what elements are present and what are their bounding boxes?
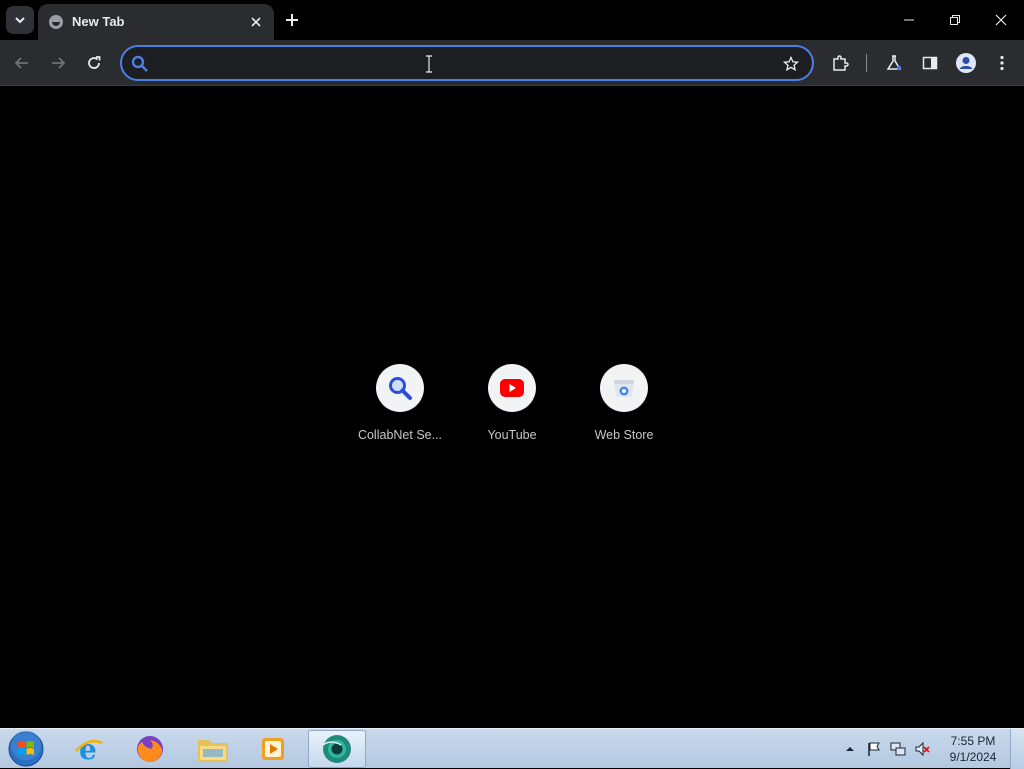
- menu-button[interactable]: [988, 49, 1016, 77]
- taskbar-chrome[interactable]: [308, 730, 366, 768]
- network-button[interactable]: [890, 741, 906, 757]
- close-window-button[interactable]: [978, 0, 1024, 40]
- side-panel-icon: [922, 56, 938, 70]
- tab-new-tab[interactable]: New Tab: [38, 4, 274, 40]
- volume-button[interactable]: [914, 741, 930, 757]
- chevron-up-icon: [846, 747, 854, 751]
- new-tab-button[interactable]: [280, 8, 304, 32]
- puzzle-icon: [833, 55, 849, 71]
- browser-window: New Tab CollabNet Se... YouTube Web Stor…: [0, 0, 1024, 728]
- flag-icon: [868, 742, 880, 756]
- minimize-button[interactable]: [886, 0, 932, 40]
- shortcut-collabnet[interactable]: CollabNet Se...: [344, 364, 456, 454]
- toolbar-divider: [866, 54, 867, 72]
- close-icon: [995, 14, 1007, 26]
- restore-button[interactable]: [932, 0, 978, 40]
- shortcut-label: Web Store: [594, 428, 654, 442]
- address-input[interactable]: [156, 52, 776, 74]
- show-hidden-icons-button[interactable]: [842, 741, 858, 757]
- clock-date: 9/1/2024: [949, 750, 997, 764]
- arrow-right-icon: [52, 57, 66, 69]
- taskbar: e 7:55 PM 9/1/2024: [0, 728, 1024, 769]
- media-player-icon: [262, 738, 284, 760]
- shortcut-label: CollabNet Se...: [357, 428, 443, 442]
- show-desktop-button[interactable]: [1010, 729, 1024, 769]
- forward-button[interactable]: [44, 49, 72, 77]
- close-icon: [251, 17, 261, 27]
- taskbar-internet-explorer[interactable]: e: [60, 730, 118, 768]
- chrome-dev-icon: [322, 735, 351, 763]
- avatar-icon: [956, 53, 976, 73]
- shortcut-web-store[interactable]: Web Store: [568, 364, 680, 454]
- plus-icon: [286, 14, 298, 26]
- address-bar[interactable]: [120, 45, 814, 81]
- search-icon: [389, 377, 412, 400]
- back-button[interactable]: [8, 49, 36, 77]
- bookmark-star-button[interactable]: [780, 53, 802, 75]
- labs-button[interactable]: [880, 49, 908, 77]
- internet-explorer-icon: e: [75, 733, 103, 765]
- arrow-left-icon: [14, 57, 28, 69]
- shortcut-tile: [600, 364, 648, 412]
- extensions-button[interactable]: [826, 49, 854, 77]
- flask-icon: [886, 55, 902, 71]
- file-explorer-icon: [198, 740, 228, 762]
- kebab-menu-icon: [1000, 55, 1004, 71]
- reload-button[interactable]: [80, 49, 108, 77]
- taskbar-media-player[interactable]: [244, 730, 302, 768]
- shortcut-youtube[interactable]: YouTube: [456, 364, 568, 454]
- firefox-icon: [137, 736, 163, 763]
- tab-title: New Tab: [72, 14, 125, 29]
- tab-strip: New Tab: [0, 0, 1024, 40]
- taskbar-file-explorer[interactable]: [184, 730, 242, 768]
- profile-button[interactable]: [952, 49, 980, 77]
- restore-icon: [950, 15, 960, 25]
- shortcut-tile: [488, 364, 536, 412]
- taskbar-clock[interactable]: 7:55 PM 9/1/2024: [940, 733, 1006, 765]
- globe-icon: [49, 15, 63, 29]
- chevron-down-icon: [15, 17, 25, 24]
- volume-muted-icon: [915, 741, 930, 757]
- tab-close-button[interactable]: [246, 12, 266, 32]
- network-icon: [890, 742, 906, 756]
- youtube-icon: [500, 379, 524, 397]
- windows-logo-icon: [8, 731, 44, 767]
- side-panel-button[interactable]: [916, 49, 944, 77]
- action-center-button[interactable]: [866, 741, 882, 757]
- text-cursor-icon: [426, 55, 432, 73]
- svg-text:e: e: [79, 733, 97, 765]
- star-icon: [783, 56, 799, 72]
- search-icon: [131, 55, 148, 72]
- shortcut-tile: [376, 364, 424, 412]
- shortcut-label: YouTube: [487, 428, 537, 442]
- reload-icon: [88, 56, 101, 69]
- minimize-icon: [904, 19, 914, 21]
- tab-search-button[interactable]: [6, 6, 34, 34]
- web-store-icon: [614, 380, 634, 397]
- start-button[interactable]: [6, 730, 46, 768]
- browser-toolbar: [0, 40, 1024, 86]
- taskbar-firefox[interactable]: [121, 730, 179, 768]
- clock-time: 7:55 PM: [950, 734, 996, 748]
